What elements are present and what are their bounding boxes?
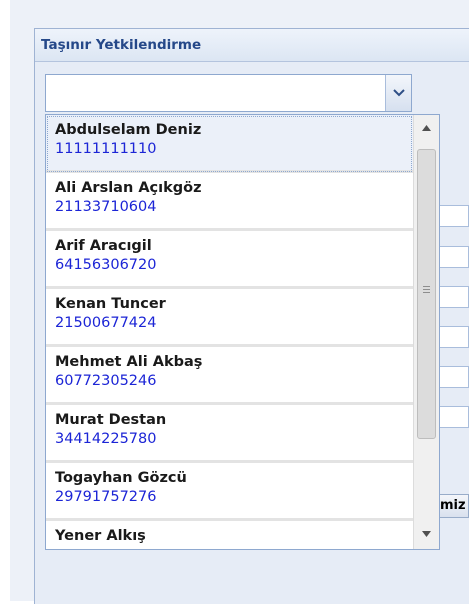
combobox-trigger-button[interactable] <box>385 75 411 111</box>
grip-line <box>423 292 430 293</box>
list-item[interactable]: Kenan Tuncer 21500677424 <box>46 289 413 347</box>
scroll-up-button[interactable] <box>414 115 439 141</box>
list-item-id: 11111111110 <box>55 141 157 157</box>
scrollbar-thumb[interactable] <box>417 149 436 439</box>
person-combobox[interactable] <box>45 74 412 112</box>
panel-header: Taşınır Yetkilendirme <box>35 29 469 62</box>
person-combobox-input[interactable] <box>46 75 385 111</box>
list-item-id: 21500677424 <box>55 315 157 331</box>
scroll-down-button[interactable] <box>414 521 439 547</box>
triangle-up-icon <box>422 125 431 131</box>
background-field[interactable] <box>438 326 469 348</box>
background-button[interactable]: miz <box>438 494 469 518</box>
list-item-name: Arif Aracıgil <box>55 238 152 254</box>
list-item-id: 21133710604 <box>55 199 157 215</box>
background-field[interactable] <box>438 246 469 268</box>
list-item[interactable]: Murat Destan 34414225780 <box>46 405 413 463</box>
triangle-down-icon <box>422 531 431 537</box>
list-item-name: Yener Alkış <box>55 528 146 544</box>
list-item-name: Ali Arslan Açıkgöz <box>55 180 202 196</box>
list-item[interactable]: Arif Aracıgil 64156306720 <box>46 231 413 289</box>
grip-line <box>423 286 430 287</box>
list-item-id: 29791757276 <box>55 489 157 505</box>
list-item-name: Abdulselam Deniz <box>55 122 202 138</box>
list-item[interactable]: Yener Alkış <box>46 521 413 549</box>
list-item-id: 60772305246 <box>55 373 157 389</box>
person-dropdown-list: Abdulselam Deniz 11111111110 Ali Arslan Aç… <box>45 114 440 550</box>
list-item[interactable]: Mehmet Ali Akbaş 60772305246 <box>46 347 413 405</box>
grip-line <box>423 289 430 290</box>
background-field[interactable] <box>438 205 469 227</box>
panel-title: Taşınır Yetkilendirme <box>41 37 202 53</box>
list-item[interactable]: Abdulselam Deniz 11111111110 <box>46 115 413 173</box>
list-item-id: 64156306720 <box>55 257 157 273</box>
background-field[interactable] <box>438 406 469 428</box>
background-field[interactable] <box>438 366 469 388</box>
list-item[interactable]: Ali Arslan Açıkgöz 21133710604 <box>46 173 413 231</box>
background-field[interactable] <box>438 286 469 308</box>
chevron-down-icon <box>392 89 405 97</box>
scrollbar[interactable] <box>413 115 439 549</box>
list-item-name: Murat Destan <box>55 412 167 428</box>
list-item-name: Mehmet Ali Akbaş <box>55 354 203 370</box>
background-button-label: miz <box>440 498 466 513</box>
list-item[interactable]: Togayhan Gözcü 29791757276 <box>46 463 413 521</box>
list-item-id: 34414225780 <box>55 431 157 447</box>
list-item-name: Togayhan Gözcü <box>55 470 187 486</box>
dropdown-items: Abdulselam Deniz 11111111110 Ali Arslan Aç… <box>46 115 413 549</box>
list-item-name: Kenan Tuncer <box>55 296 166 312</box>
